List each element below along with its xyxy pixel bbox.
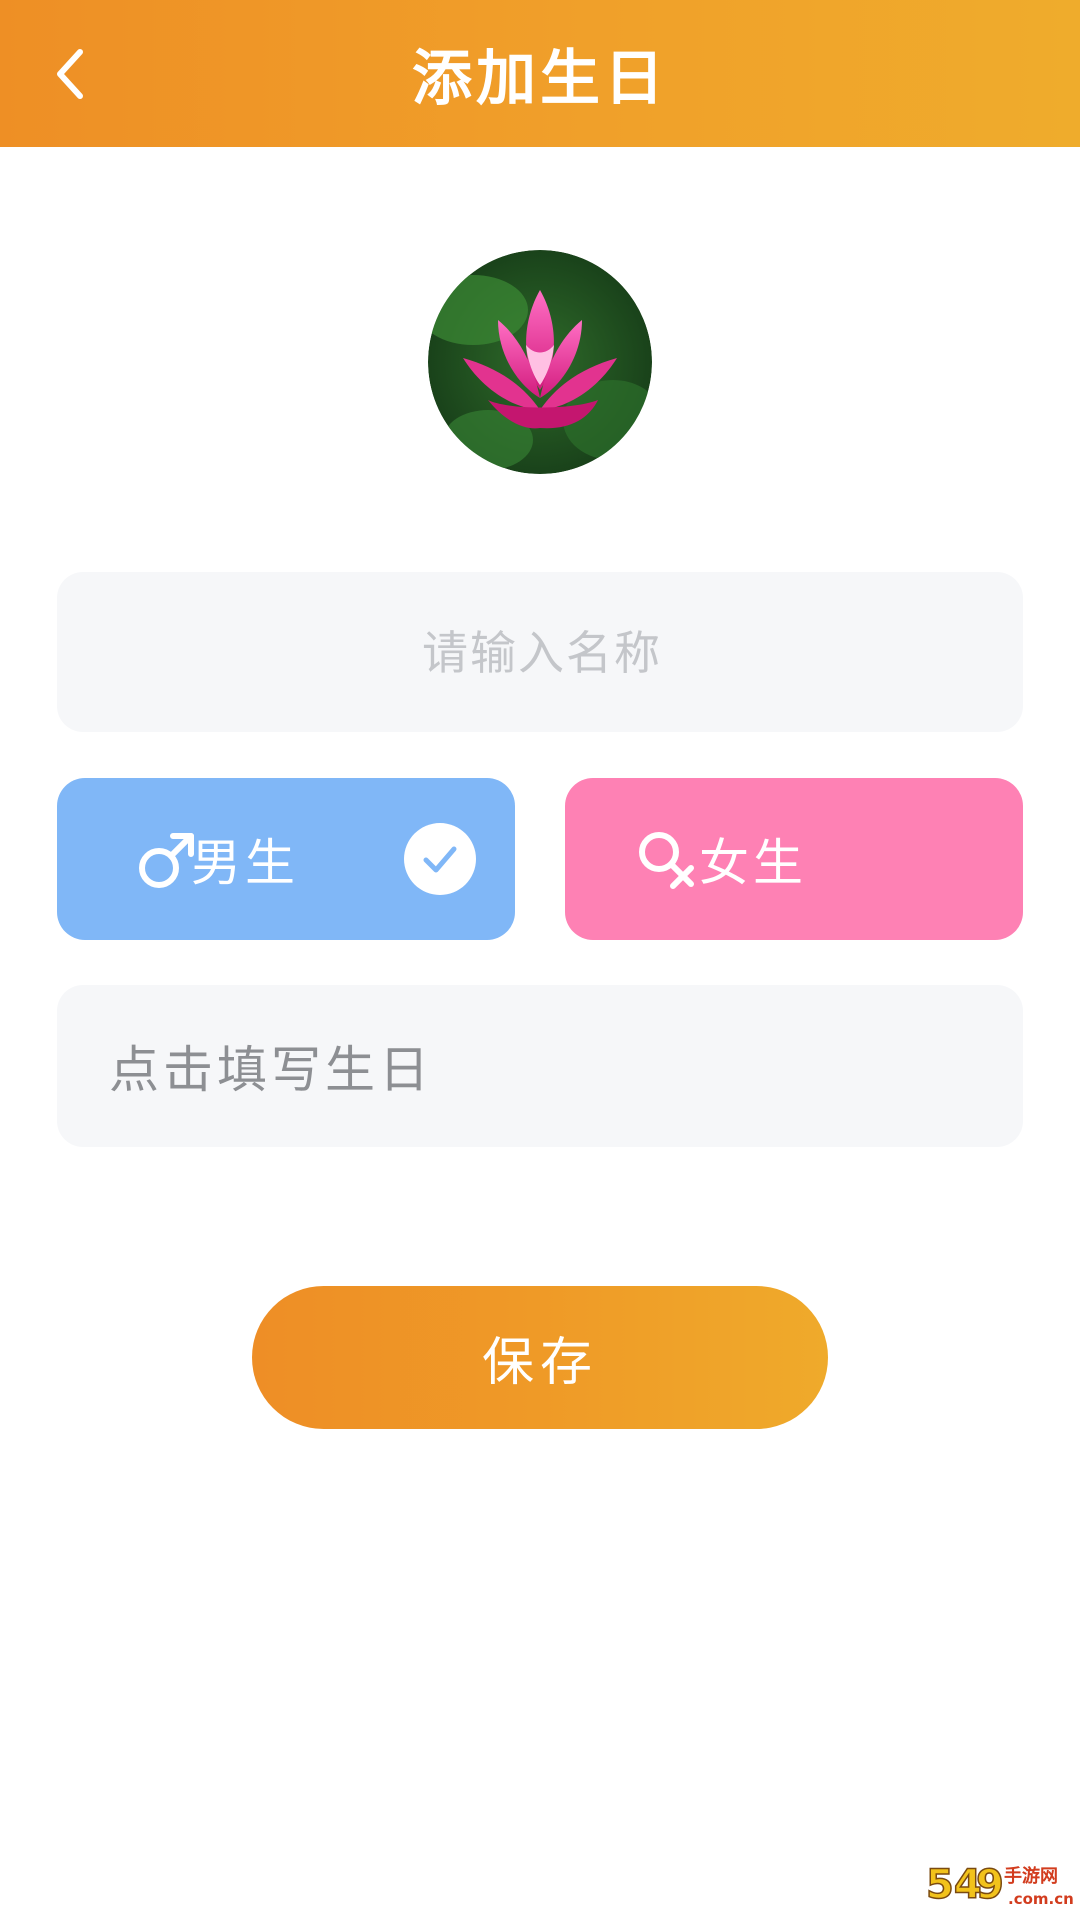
lotus-avatar-image — [428, 250, 652, 474]
gender-female-label: 女生 — [699, 834, 807, 892]
svg-text:54: 54 — [926, 1862, 982, 1908]
svg-text:.com.cn: .com.cn — [1008, 1890, 1074, 1908]
birthday-placeholder: 点击填写生日 — [109, 1041, 433, 1099]
name-input[interactable] — [57, 572, 1027, 734]
svg-text:手游网: 手游网 — [1004, 1865, 1058, 1887]
watermark-logo: 54 9 手游网 .com.cn — [924, 1854, 1074, 1912]
birthday-field[interactable]: 点击填写生日 — [57, 985, 1023, 1147]
avatar[interactable] — [428, 250, 652, 474]
save-button[interactable]: 保存 — [252, 1286, 828, 1429]
page-title: 添加生日 — [412, 44, 668, 114]
name-field — [57, 572, 1027, 734]
add-birthday-page: 添加生日 请输入名称 男生 女生 点击填写生日 保存 54 9 手游网 .com… — [0, 0, 1080, 1920]
svg-text:9: 9 — [976, 1862, 1004, 1908]
selected-check-badge — [404, 823, 476, 895]
gender-female-button[interactable]: 女生 — [565, 778, 1023, 940]
checkmark-icon — [423, 846, 457, 873]
save-button-label: 保存 — [481, 1333, 598, 1393]
gender-male-button[interactable]: 男生 — [57, 778, 515, 940]
gender-male-label: 男生 — [191, 834, 299, 892]
app-header: 添加生日 — [0, 0, 1080, 147]
